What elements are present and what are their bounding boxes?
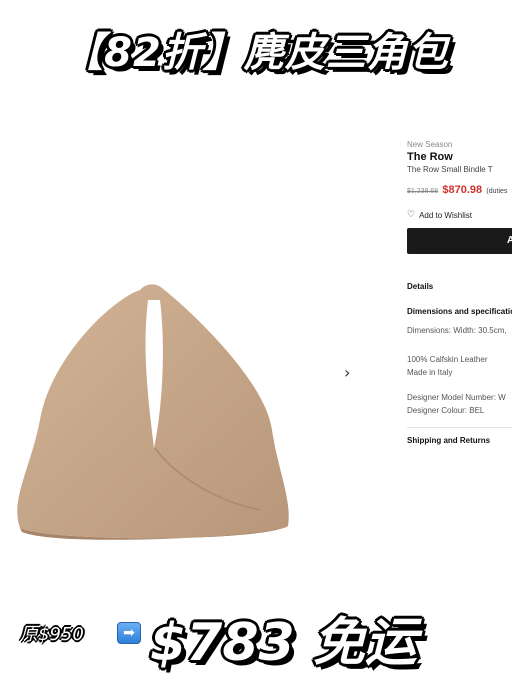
promo-final-price: $783 免运 [150,613,417,673]
promo-original-price: 原$950 [20,624,84,645]
brand-name[interactable]: The Row [407,151,512,163]
add-to-bag-label: A [507,235,512,246]
origin-text: Made in Italy [407,368,453,377]
shipping-returns-heading[interactable]: Shipping and Returns [407,436,512,445]
add-to-bag-button[interactable]: A [407,228,512,254]
arrow-glyph: ➡ [123,625,135,641]
dimensions-heading: Dimensions and specificatio [407,307,512,316]
duties-note: (duties [486,188,508,195]
price-row: $1,238.68 $870.98 (duties [407,184,512,196]
designer-colour-text: Designer Colour: BEL [407,406,485,415]
heart-icon: ♡ [407,210,416,220]
sale-price: $870.98 [442,184,483,196]
suede-bag-illustration [17,284,289,540]
details-heading[interactable]: Details [407,282,512,291]
product-name: The Row Small Bindle T [407,165,493,174]
product-info-panel: New Season The Row The Row Small Bindle … [407,140,512,445]
wishlist-label: Add to Wishlist [419,210,472,220]
wishlist-button[interactable]: ♡ Add to Wishlist [407,210,512,220]
promo-price-bar: 原$950 ➡ $783 免运 [0,600,512,673]
product-image[interactable] [10,270,300,560]
original-price: $1,238.68 [407,188,439,195]
promo-banner-title: 【82折】麂皮三角包 [63,30,449,76]
chevron-right-icon[interactable]: › [344,365,358,381]
material-text: 100% Calfskin Leather [407,355,488,364]
model-number-text: Designer Model Number: W [407,393,506,402]
right-arrow-icon: ➡ [117,622,141,644]
season-label: New Season [407,140,453,149]
dimensions-text: Dimensions: Width: 30.5cm, [407,326,507,335]
divider [407,427,512,428]
